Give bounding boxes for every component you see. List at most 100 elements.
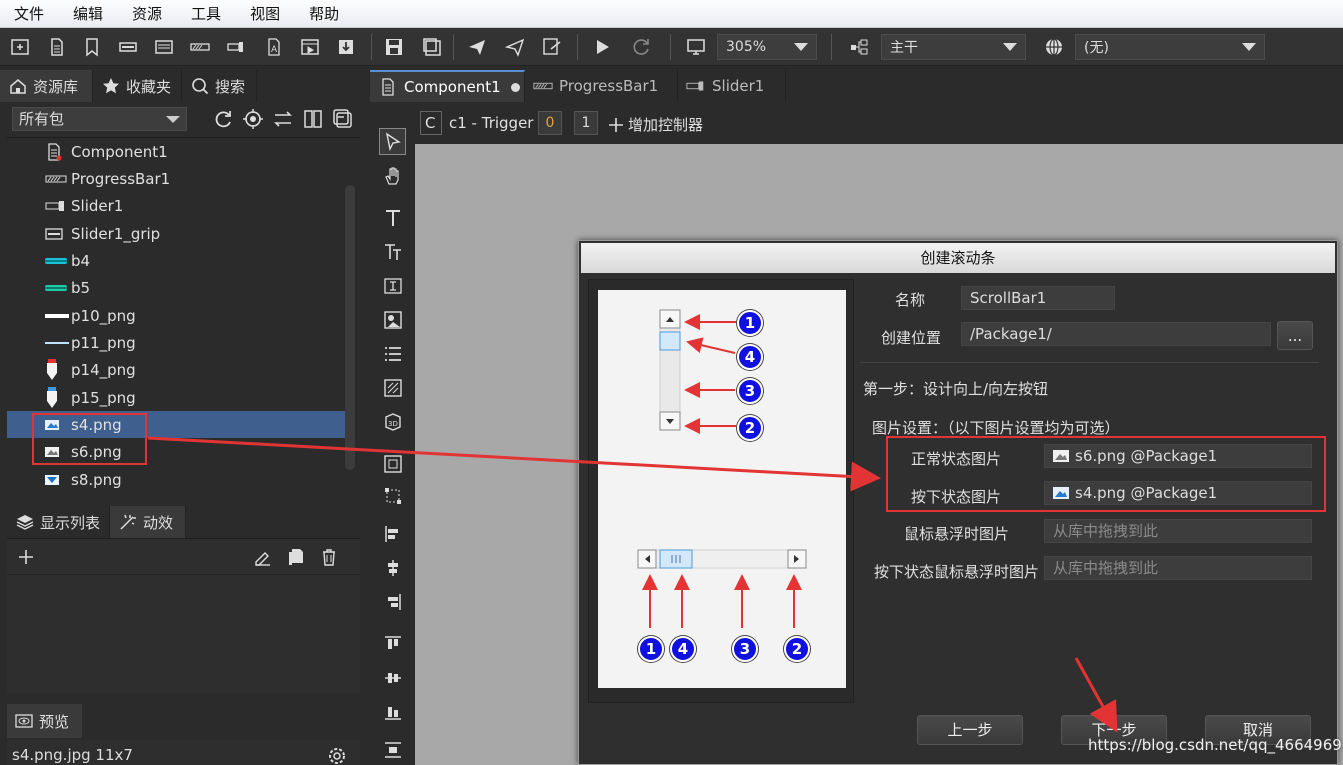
scrollbar-thumb[interactable] — [345, 185, 355, 470]
zoom-select[interactable]: 305% — [717, 34, 817, 60]
location-input[interactable]: /Package1/ — [961, 322, 1271, 346]
import-icon[interactable] — [334, 35, 358, 59]
list-item[interactable]: Component1 — [7, 138, 345, 165]
duplicate-icon[interactable] — [286, 547, 308, 569]
graph-tool-icon[interactable] — [379, 374, 406, 401]
step-text: 第一步：设计向上/向左按钮 — [863, 380, 1049, 398]
globe-icon[interactable] — [1042, 35, 1066, 59]
new-folder-icon[interactable] — [8, 35, 32, 59]
new-progressbar-icon[interactable] — [188, 35, 212, 59]
collapse-icon[interactable] — [332, 108, 354, 130]
refresh-icon[interactable] — [212, 108, 234, 130]
menu-edit[interactable]: 编辑 — [73, 3, 103, 24]
new-package-icon[interactable] — [152, 35, 176, 59]
language-select[interactable]: (无) — [1075, 34, 1265, 60]
split-view-icon[interactable] — [302, 108, 324, 130]
list-tool-icon[interactable] — [379, 340, 406, 367]
play-icon[interactable] — [590, 35, 614, 59]
menu-file[interactable]: 文件 — [14, 3, 44, 24]
list-item[interactable]: p11_png — [7, 329, 345, 356]
controller-page-0[interactable]: 0 — [538, 111, 562, 135]
new-font-icon[interactable] — [80, 35, 104, 59]
tab-favorites[interactable]: 收藏夹 — [93, 70, 182, 102]
chevron-down-icon — [794, 43, 808, 51]
add-icon[interactable] — [16, 547, 38, 569]
resource-scrollbar[interactable] — [345, 185, 357, 470]
transform-tool-icon[interactable] — [379, 482, 406, 509]
tab-component1[interactable]: Component1 — [370, 70, 525, 102]
list-item[interactable]: b5 — [7, 274, 345, 301]
locate-icon[interactable] — [242, 108, 264, 130]
branch-select[interactable]: 主干 — [881, 34, 1026, 60]
screen-icon[interactable] — [684, 35, 708, 59]
swap-icon[interactable] — [272, 108, 294, 130]
align-top-icon[interactable] — [379, 630, 406, 657]
new-image-icon[interactable] — [116, 35, 140, 59]
delete-icon[interactable] — [319, 547, 341, 569]
save-icon[interactable] — [382, 35, 406, 59]
hand-tool-icon[interactable] — [379, 162, 406, 189]
list-item[interactable]: p14_png — [7, 356, 345, 383]
align-right-icon[interactable] — [379, 588, 406, 615]
3d-tool-icon[interactable]: 3D — [379, 408, 406, 435]
list-item[interactable]: p15_png — [7, 384, 345, 411]
tab-slider1[interactable]: Slider1 — [678, 70, 786, 102]
list-item[interactable]: s8.png — [7, 466, 345, 493]
pressed-hover-image-field[interactable]: 从库中拖拽到此 — [1044, 556, 1312, 580]
select-tool-icon[interactable] — [379, 128, 406, 155]
tab-search[interactable]: 搜索 — [182, 70, 257, 102]
tab-transitions[interactable]: 动效 — [110, 506, 186, 538]
package-filter-select[interactable]: 所有包 — [12, 107, 187, 131]
list-item-label: Component1 — [71, 142, 168, 161]
marker-badge: 4 — [737, 344, 763, 370]
new-component-icon[interactable] — [45, 35, 69, 59]
menu-view[interactable]: 视图 — [250, 3, 280, 24]
publish-icon[interactable] — [465, 35, 489, 59]
marker-badge: 2 — [737, 415, 763, 441]
new-text-icon[interactable]: A — [262, 35, 286, 59]
group-tool-icon[interactable] — [379, 450, 406, 477]
text-tool-icon[interactable] — [379, 204, 406, 231]
list-item[interactable]: Slider1_grip — [7, 220, 345, 247]
image-icon — [45, 308, 69, 324]
loader-tool-icon[interactable] — [379, 306, 406, 333]
list-item[interactable]: Slider1 — [7, 192, 345, 219]
browse-button[interactable]: ... — [1277, 321, 1313, 350]
new-movieclip-icon[interactable] — [298, 35, 322, 59]
save-all-icon[interactable] — [420, 35, 444, 59]
new-slider-icon[interactable] — [225, 35, 249, 59]
add-controller-button[interactable]: 增加控制器 — [608, 114, 703, 135]
align-bottom-icon[interactable] — [379, 698, 406, 725]
name-input[interactable]: ScrollBar1 — [961, 286, 1115, 310]
component-icon — [45, 142, 69, 161]
eye-icon — [15, 714, 33, 728]
tab-progressbar1[interactable]: ProgressBar1 — [525, 70, 678, 102]
branch-icon[interactable] — [847, 35, 871, 59]
publish-settings-icon[interactable] — [503, 35, 527, 59]
align-center-icon[interactable] — [379, 554, 406, 581]
richtext-tool-icon[interactable] — [379, 238, 406, 265]
hover-image-field[interactable]: 从库中拖拽到此 — [1044, 519, 1312, 543]
tab-display-list[interactable]: 显示列表 — [7, 506, 110, 538]
controller-page-1[interactable]: 1 — [574, 111, 598, 135]
controller-name[interactable]: c1 - Trigger — [449, 114, 533, 132]
export-icon[interactable] — [540, 35, 564, 59]
refresh-icon[interactable] — [630, 35, 654, 59]
distribute-icon[interactable] — [379, 736, 406, 763]
list-item[interactable]: ProgressBar1 — [7, 165, 345, 192]
menu-resources[interactable]: 资源 — [132, 3, 162, 24]
tab-preview[interactable]: 预览 — [7, 704, 82, 738]
align-left-icon[interactable] — [379, 520, 406, 547]
input-tool-icon[interactable] — [379, 272, 406, 299]
gear-icon[interactable] — [326, 745, 348, 765]
list-item[interactable]: b4 — [7, 247, 345, 274]
list-item[interactable]: p10_png — [7, 302, 345, 329]
edit-icon[interactable] — [253, 547, 275, 569]
add-icon — [609, 117, 623, 132]
prev-button[interactable]: 上一步 — [917, 715, 1023, 745]
menu-tools[interactable]: 工具 — [191, 3, 221, 24]
list-item-label: Slider1_grip — [71, 224, 161, 243]
menu-help[interactable]: 帮助 — [309, 3, 339, 24]
tab-library[interactable]: 资源库 — [0, 70, 93, 102]
align-middle-icon[interactable] — [379, 664, 406, 691]
